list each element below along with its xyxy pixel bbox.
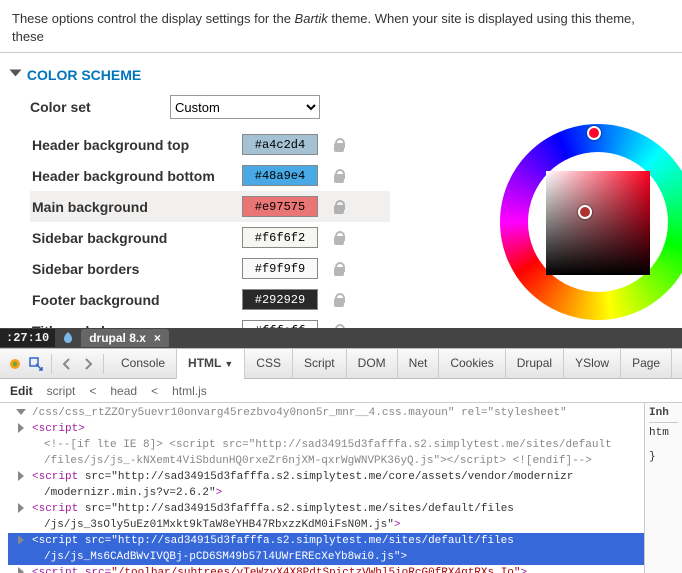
side-panel: Inh htm } (644, 403, 682, 573)
twisty-icon[interactable] (18, 567, 24, 573)
devtools-tab-yslow[interactable]: YSlow (564, 349, 621, 379)
twisty-icon[interactable] (18, 503, 24, 513)
crumb-html[interactable]: html.js (172, 384, 207, 398)
devtools-panel: ConsoleHTML▼CSSScriptDOMNetCookiesDrupal… (0, 348, 682, 573)
source-line[interactable]: <script src="http://sad34915d3fafffa.s2.… (8, 469, 644, 485)
crumb-head[interactable]: head (110, 384, 137, 398)
lock-icon[interactable] (332, 168, 346, 184)
desc-theme: Bartik (295, 11, 328, 26)
source-line[interactable]: /js/js_Ms6CAdBWvIVQBj-pCD6SM49b57l4UWrER… (8, 549, 644, 565)
side-heading: Inh (649, 407, 678, 423)
side-item: } (649, 451, 678, 463)
source-line[interactable]: /js/js_3sOly5uEz01Mxkt9kTaW8eYHB47RbxzzK… (8, 517, 644, 533)
html-tree[interactable]: /css/css_rtZZOry5uevr10onvarg45rezbvo4y0… (0, 403, 644, 573)
lock-icon[interactable] (332, 292, 346, 308)
color-swatch-input[interactable]: #48a9e4 (242, 165, 318, 186)
color-swatch-input[interactable]: #a4c2d4 (242, 134, 318, 155)
close-tab-icon[interactable]: × (154, 331, 161, 345)
color-swatch-input[interactable]: #f9f9f9 (242, 258, 318, 279)
fieldset-title: COLOR SCHEME (27, 67, 141, 83)
crumb-script[interactable]: script (47, 384, 76, 398)
desc-prefix: These options control the display settin… (12, 11, 295, 26)
lock-icon[interactable] (332, 230, 346, 246)
forward-icon[interactable] (79, 355, 97, 373)
tab-label: drupal 8.x (89, 331, 146, 345)
crumb-edit[interactable]: Edit (10, 384, 33, 398)
devtools-toolbar: ConsoleHTML▼CSSScriptDOMNetCookiesDrupal… (0, 349, 682, 379)
source-line[interactable]: <script src="/toolbar/subtrees/yTeWzvX4X… (8, 565, 644, 573)
browser-tab-bar: :27:10 drupal 8.x × (0, 328, 682, 348)
recording-time: :27:10 (0, 329, 55, 347)
back-icon[interactable] (58, 355, 76, 373)
side-item: htm (649, 427, 678, 439)
twisty-icon[interactable] (18, 535, 24, 545)
firebug-icon[interactable] (6, 355, 24, 373)
twisty-icon[interactable] (18, 423, 24, 433)
devtools-tab-dom[interactable]: DOM (347, 349, 398, 379)
color-swatch-input[interactable]: #f6f6f2 (242, 227, 318, 248)
collapse-triangle-icon (10, 70, 22, 77)
color-label: Main background (32, 199, 242, 215)
color-set-row: Color set Custom (10, 93, 672, 129)
devtools-tab-drupal[interactable]: Drupal (506, 349, 564, 379)
breadcrumb: Edit script < head < html.js (0, 379, 682, 403)
color-label: Sidebar background (32, 230, 242, 246)
lock-icon[interactable] (332, 261, 346, 277)
devtools-tab-net[interactable]: Net (398, 349, 440, 379)
twisty-icon[interactable] (18, 471, 24, 481)
saturation-square[interactable] (546, 171, 650, 275)
source-line[interactable]: /files/js/js_-kNXemt4ViSbdunHQ0rxeZr6njX… (8, 453, 644, 469)
color-label: Footer background (32, 292, 242, 308)
devtools-tab-css[interactable]: CSS (245, 349, 293, 379)
lock-icon[interactable] (332, 137, 346, 153)
color-row[interactable]: Sidebar background#f6f6f2 (30, 222, 390, 253)
source-line[interactable]: /css/css_rtZZOry5uevr10onvarg45rezbvo4y0… (8, 405, 644, 421)
source-line[interactable]: <script src="http://sad34915d3fafffa.s2.… (8, 501, 644, 517)
twisty-icon[interactable] (16, 409, 26, 415)
color-scheme-fieldset: COLOR SCHEME Color set Custom Header bac… (10, 61, 672, 346)
devtools-tab-html[interactable]: HTML▼ (177, 349, 245, 379)
source-line[interactable]: <!--[if lte IE 8]> <script src="http://s… (8, 437, 644, 453)
lock-icon[interactable] (332, 199, 346, 215)
color-swatch-input[interactable]: #292929 (242, 289, 318, 310)
color-label: Header background bottom (32, 168, 242, 184)
color-row[interactable]: Header background bottom#48a9e4 (30, 160, 390, 191)
color-label: Sidebar borders (32, 261, 242, 277)
color-row[interactable]: Main background#e97575 (30, 191, 390, 222)
color-row[interactable]: Footer background#292929 (30, 284, 390, 315)
fieldset-header[interactable]: COLOR SCHEME (10, 61, 672, 93)
color-picker[interactable] (390, 129, 652, 346)
chevron-down-icon: ▼ (224, 359, 233, 369)
source-line[interactable]: <script> (8, 421, 644, 437)
source-line[interactable]: <script src="http://sad34915d3fafffa.s2.… (8, 533, 644, 549)
browser-tab[interactable]: drupal 8.x × (81, 329, 169, 347)
color-set-select[interactable]: Custom (170, 95, 320, 119)
color-row[interactable]: Sidebar borders#f9f9f9 (30, 253, 390, 284)
color-row[interactable]: Header background top#a4c2d4 (30, 129, 390, 160)
color-swatch-input[interactable]: #e97575 (242, 196, 318, 217)
devtools-tab-page[interactable]: Page (621, 349, 672, 379)
devtools-tab-cookies[interactable]: Cookies (439, 349, 505, 379)
color-set-label: Color set (30, 99, 170, 115)
devtools-tab-console[interactable]: Console (110, 349, 177, 379)
inspect-icon[interactable] (27, 355, 45, 373)
drupal-icon (61, 331, 75, 345)
devtools-tab-script[interactable]: Script (293, 349, 347, 379)
source-line[interactable]: /modernizr.min.js?v=2.6.2"> (8, 485, 644, 501)
color-label: Header background top (32, 137, 242, 153)
theme-description: These options control the display settin… (0, 0, 682, 53)
